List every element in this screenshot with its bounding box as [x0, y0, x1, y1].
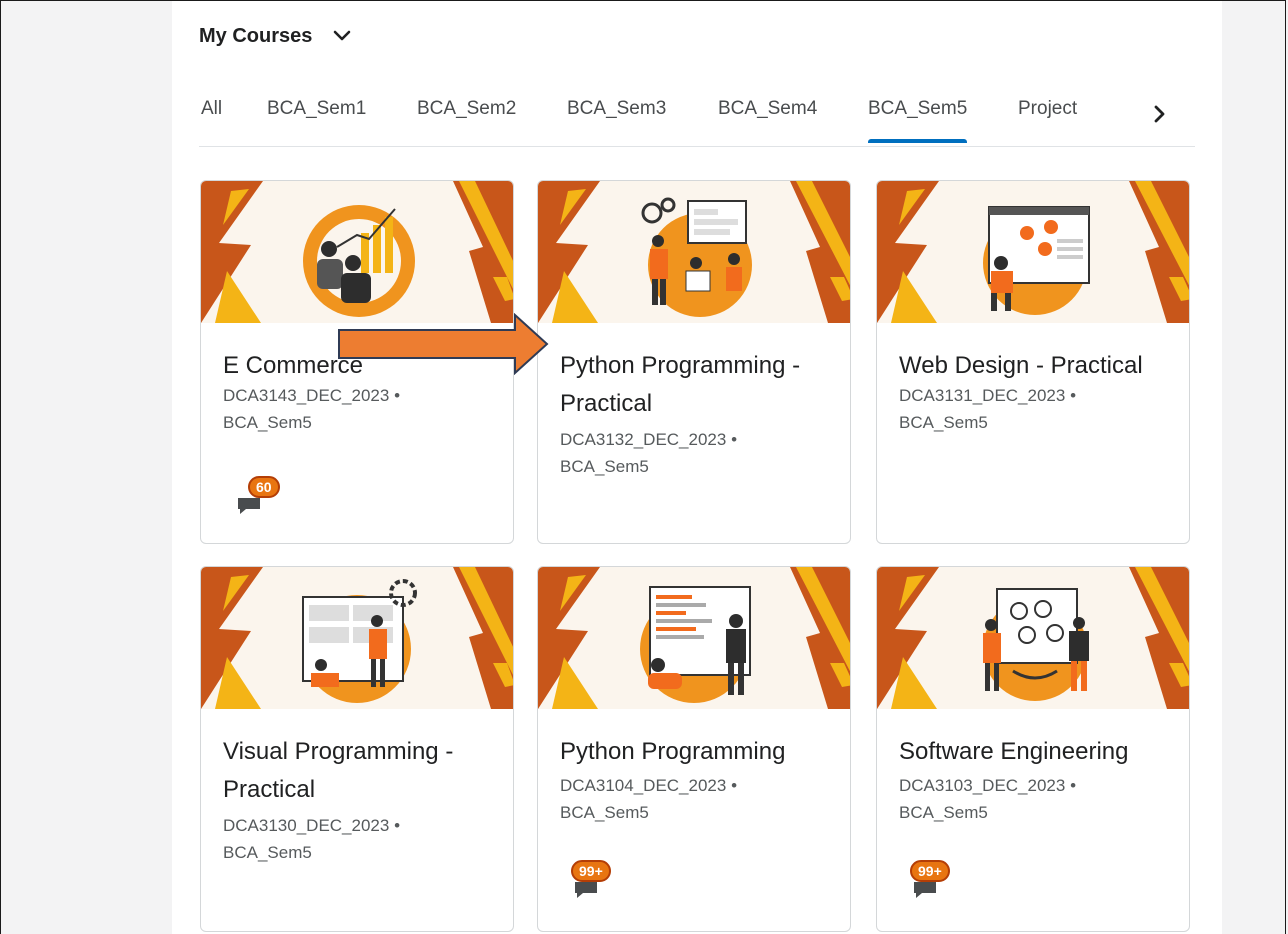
- tab-bca-sem4[interactable]: BCA_Sem4: [718, 98, 817, 120]
- meta-separator: •: [1070, 776, 1077, 795]
- course-card-web-design-practical[interactable]: Web Design - Practical DCA3131_DEC_2023 …: [876, 180, 1190, 544]
- course-banner: [201, 567, 513, 709]
- course-code: DCA3143_DEC_2023: [223, 386, 390, 405]
- course-meta: DCA3132_DEC_2023 • BCA_Sem5: [560, 426, 737, 480]
- tab-project[interactable]: Project: [1018, 98, 1077, 120]
- meta-separator: •: [731, 430, 738, 449]
- tab-bca-sem1[interactable]: BCA_Sem1: [267, 98, 366, 120]
- course-semester: BCA_Sem5: [223, 843, 312, 862]
- course-semester: BCA_Sem5: [560, 457, 649, 476]
- chevron-down-icon[interactable]: [332, 26, 352, 46]
- semester-tabs: All BCA_Sem1 BCA_Sem2 BCA_Sem3 BCA_Sem4 …: [199, 96, 1195, 147]
- course-semester: BCA_Sem5: [560, 803, 649, 822]
- course-banner: [877, 567, 1189, 709]
- web-design-illustration: [983, 206, 1090, 315]
- meta-separator: •: [731, 776, 738, 795]
- course-semester: BCA_Sem5: [899, 803, 988, 822]
- notification-badge: 99+: [571, 860, 611, 882]
- course-meta: DCA3130_DEC_2023 • BCA_Sem5: [223, 812, 400, 866]
- notification-badge: 60: [248, 476, 280, 498]
- course-meta: DCA3143_DEC_2023 • BCA_Sem5: [223, 382, 400, 436]
- course-code: DCA3104_DEC_2023: [560, 776, 727, 795]
- arrow-right-icon: [338, 313, 549, 375]
- course-title[interactable]: Web Design - Practical: [899, 347, 1179, 385]
- discussion-notification[interactable]: 99+: [910, 860, 960, 902]
- course-code: DCA3103_DEC_2023: [899, 776, 1066, 795]
- software-engineering-illustration: [983, 588, 1089, 701]
- tab-all[interactable]: All: [201, 98, 222, 120]
- meta-separator: •: [394, 816, 401, 835]
- visual-programming-illustration: [302, 579, 417, 703]
- analytics-illustration: [303, 205, 415, 317]
- course-card-python-programming-practical[interactable]: Python Programming - Practical DCA3132_D…: [537, 180, 851, 544]
- course-title[interactable]: Python Programming: [560, 733, 840, 771]
- chevron-right-icon[interactable]: [1148, 103, 1170, 125]
- tab-bca-sem3[interactable]: BCA_Sem3: [567, 98, 666, 120]
- course-banner: [538, 181, 850, 323]
- course-meta: DCA3104_DEC_2023 • BCA_Sem5: [560, 772, 737, 826]
- course-banner: [201, 181, 513, 323]
- page-title: My Courses: [199, 24, 313, 47]
- discussion-notification[interactable]: 99+: [571, 860, 621, 902]
- my-courses-header[interactable]: My Courses: [199, 22, 352, 50]
- coding-screen-illustration: [640, 586, 751, 703]
- meta-separator: •: [1070, 386, 1077, 405]
- course-meta: DCA3131_DEC_2023 • BCA_Sem5: [899, 382, 1076, 436]
- course-banner: [877, 181, 1189, 323]
- course-card-visual-programming-practical[interactable]: Visual Programming - Practical DCA3130_D…: [200, 566, 514, 932]
- course-card-python-programming[interactable]: Python Programming DCA3104_DEC_2023 • BCA…: [537, 566, 851, 932]
- tab-bca-sem2[interactable]: BCA_Sem2: [417, 98, 516, 120]
- course-card-software-engineering[interactable]: Software Engineering DCA3103_DEC_2023 • B…: [876, 566, 1190, 932]
- discussion-notification[interactable]: 60: [236, 476, 284, 518]
- meta-separator: •: [394, 386, 401, 405]
- tab-bca-sem5[interactable]: BCA_Sem5: [868, 98, 968, 143]
- course-code: DCA3131_DEC_2023: [899, 386, 1066, 405]
- course-meta: DCA3103_DEC_2023 • BCA_Sem5: [899, 772, 1076, 826]
- course-code: DCA3130_DEC_2023: [223, 816, 390, 835]
- course-title[interactable]: Python Programming - Practical: [560, 347, 840, 423]
- course-semester: BCA_Sem5: [223, 413, 312, 432]
- course-title[interactable]: Software Engineering: [899, 733, 1179, 771]
- course-title[interactable]: Visual Programming - Practical: [223, 733, 503, 809]
- notification-badge: 99+: [910, 860, 950, 882]
- team-workspace-illustration: [641, 197, 752, 317]
- course-semester: BCA_Sem5: [899, 413, 988, 432]
- course-code: DCA3132_DEC_2023: [560, 430, 727, 449]
- course-banner: [538, 567, 850, 709]
